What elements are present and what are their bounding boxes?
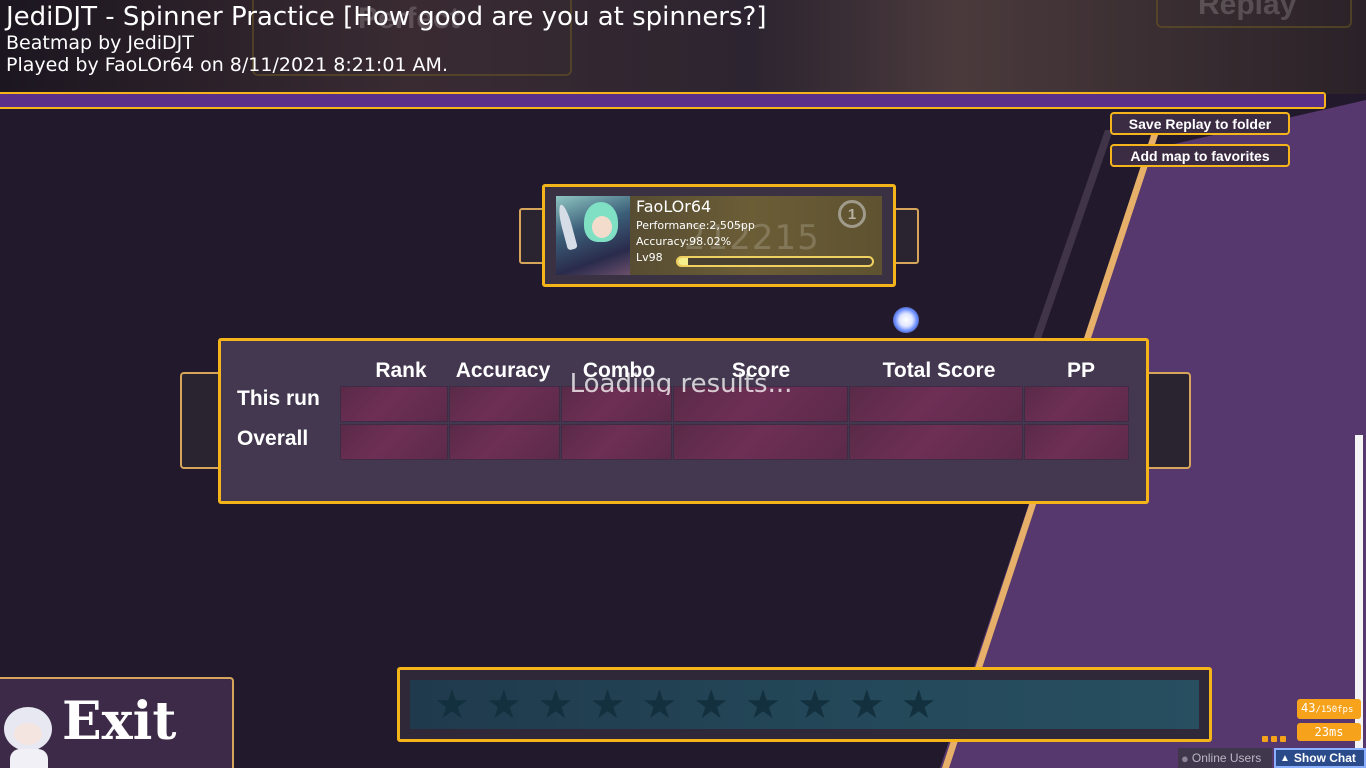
results-panel: Rank Accuracy Combo Score Total Score PP… xyxy=(218,338,1149,504)
exit-button[interactable]: Exit xyxy=(0,677,234,768)
cell-this-run-rank xyxy=(340,386,448,422)
star-icon: ★ xyxy=(900,681,937,728)
cell-overall-combo xyxy=(561,424,672,460)
add-to-favorites-button[interactable]: Add map to favorites xyxy=(1110,144,1290,167)
avatar-face xyxy=(592,216,612,238)
fps-value: 43 xyxy=(1301,701,1316,715)
chibi-face xyxy=(14,723,42,745)
latency-counter: 23ms xyxy=(1297,723,1361,741)
chibi-mascot-icon xyxy=(2,705,56,768)
status-dot xyxy=(1271,736,1277,742)
fps-max: /150fps xyxy=(1315,705,1354,715)
beatmap-info: JediDJT - Spinner Practice [How good are… xyxy=(6,2,767,76)
cursor-icon xyxy=(893,307,919,333)
avatar xyxy=(556,196,630,275)
level-progress-fill xyxy=(678,258,688,265)
cell-overall-rank xyxy=(340,424,448,460)
player-name: FaoLOr64 xyxy=(636,197,712,216)
star-rating-panel: ★ ★ ★ ★ ★ ★ ★ ★ ★ ★ xyxy=(397,667,1212,742)
player-card[interactable]: 212215 FaoLOr64 Performance:2,505pp Accu… xyxy=(542,184,896,287)
status-dot xyxy=(1280,736,1286,742)
row-label-this-run: This run xyxy=(237,387,320,410)
cell-this-run-accuracy xyxy=(449,386,560,422)
fps-counter: 43/150fps xyxy=(1297,699,1361,719)
users-icon: ● xyxy=(1181,750,1189,766)
cell-overall-score xyxy=(673,424,848,460)
row-label-overall: Overall xyxy=(237,427,309,450)
show-chat-button[interactable]: ▲ Show Chat xyxy=(1274,748,1366,768)
star-rating-track: ★ ★ ★ ★ ★ ★ ★ ★ ★ ★ xyxy=(410,680,1199,729)
player-level: Lv98 xyxy=(636,251,663,264)
player-card-inner: 212215 FaoLOr64 Performance:2,505pp Accu… xyxy=(556,196,882,275)
star-icon: ★ xyxy=(693,681,730,728)
star-icon: ★ xyxy=(537,681,574,728)
col-header-pp: PP xyxy=(1066,359,1095,382)
replay-progress-bar xyxy=(0,92,1326,109)
star-icon: ★ xyxy=(848,681,885,728)
show-chat-label: Show Chat xyxy=(1293,751,1356,765)
replay-progress-fill xyxy=(0,94,1324,107)
player-accuracy: Accuracy:98.02% xyxy=(636,235,732,248)
star-icon: ★ xyxy=(641,681,678,728)
results-wing-right xyxy=(1143,372,1191,469)
beatmap-mapper: Beatmap by JediDJT xyxy=(6,32,194,54)
cell-this-run-total-score xyxy=(849,386,1023,422)
star-icon: ★ xyxy=(485,681,522,728)
cell-overall-accuracy xyxy=(449,424,560,460)
cell-overall-pp xyxy=(1024,424,1129,460)
status-dot xyxy=(1262,736,1268,742)
player-rank-badge: 1 xyxy=(838,200,866,228)
loading-results-text: Loading results... xyxy=(569,371,793,395)
col-header-accuracy: Accuracy xyxy=(455,359,551,382)
beatmap-title: JediDJT - Spinner Practice [How good are… xyxy=(6,2,767,32)
played-by: Played by FaoLOr64 on 8/11/2021 8:21:01 … xyxy=(6,54,448,76)
star-icon: ★ xyxy=(797,681,833,728)
banner-ghost-right-text: Replay xyxy=(1198,0,1297,21)
beatmap-banner: Perfect Replay JediDJT - Spinner Practic… xyxy=(0,0,1366,94)
star-icon: ★ xyxy=(589,681,626,728)
online-users-label: Online Users xyxy=(1191,751,1262,765)
save-replay-button[interactable]: Save Replay to folder xyxy=(1110,112,1290,135)
cell-overall-total-score xyxy=(849,424,1023,460)
player-performance: Performance:2,505pp xyxy=(636,219,755,232)
level-progress-bar xyxy=(676,256,874,267)
avatar-blade xyxy=(556,203,578,251)
chibi-body xyxy=(10,749,48,768)
cell-this-run-pp xyxy=(1024,386,1129,422)
online-users-button[interactable]: ● Online Users xyxy=(1178,748,1272,768)
star-icon: ★ xyxy=(434,681,470,728)
star-icon: ★ xyxy=(745,681,782,728)
status-dots xyxy=(1262,736,1286,742)
col-header-total-score: Total Score xyxy=(882,359,996,382)
exit-label: Exit xyxy=(62,691,177,752)
chevron-up-icon: ▲ xyxy=(1280,752,1290,764)
